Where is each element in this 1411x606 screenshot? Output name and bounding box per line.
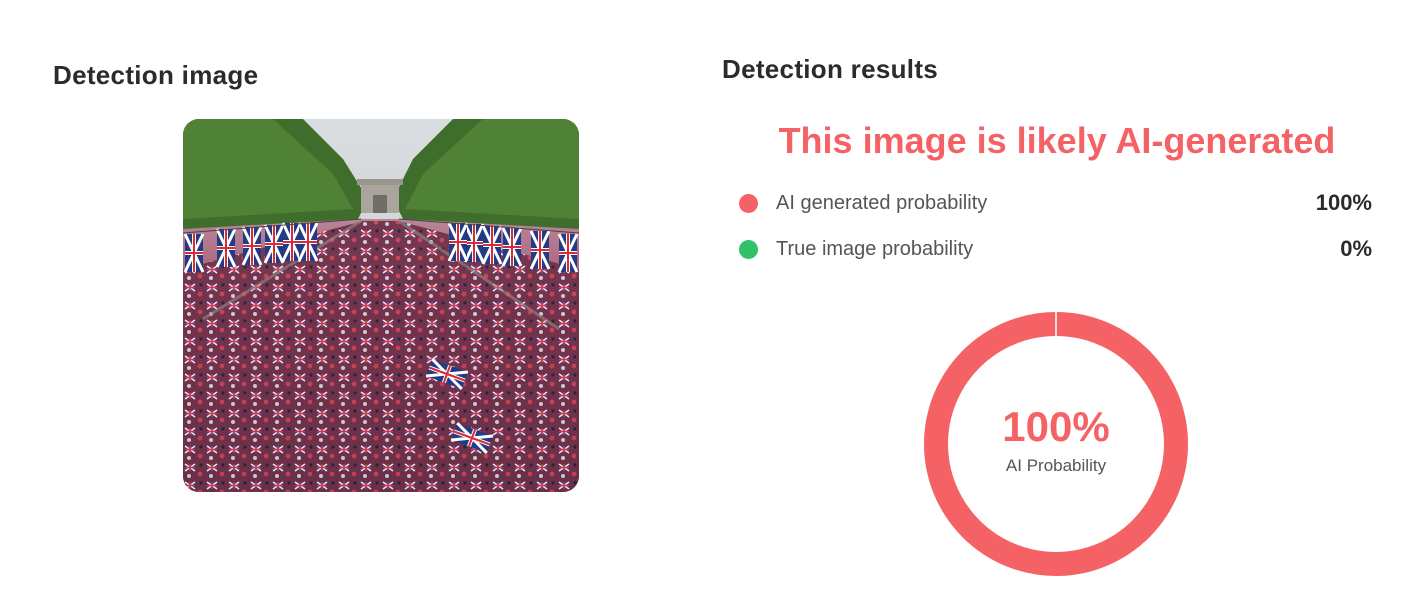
ai-probability-row: AI generated probability 100% bbox=[739, 189, 1372, 217]
gauge-center: 100% AI Probability bbox=[922, 310, 1190, 578]
detection-image-heading: Detection image bbox=[53, 60, 259, 90]
detection-results-heading: Detection results bbox=[722, 54, 939, 84]
true-probability-value: 0% bbox=[1340, 236, 1372, 261]
ai-probability-value: 100% bbox=[1315, 190, 1372, 215]
verdict-text: This image is likely AI-generated bbox=[778, 120, 1336, 161]
true-probability-row: True image probability 0% bbox=[739, 235, 1372, 263]
ai-probability-label: AI generated probability bbox=[776, 191, 988, 214]
gauge-label: AI Probability bbox=[1005, 456, 1107, 475]
true-probability-label: True image probability bbox=[776, 237, 974, 260]
detection-page: Detection image Detection results This i… bbox=[0, 0, 1411, 606]
true-indicator-dot bbox=[739, 239, 758, 259]
gauge-value: 100% bbox=[1002, 403, 1110, 450]
detection-image bbox=[183, 119, 579, 492]
ai-indicator-dot bbox=[739, 193, 758, 213]
